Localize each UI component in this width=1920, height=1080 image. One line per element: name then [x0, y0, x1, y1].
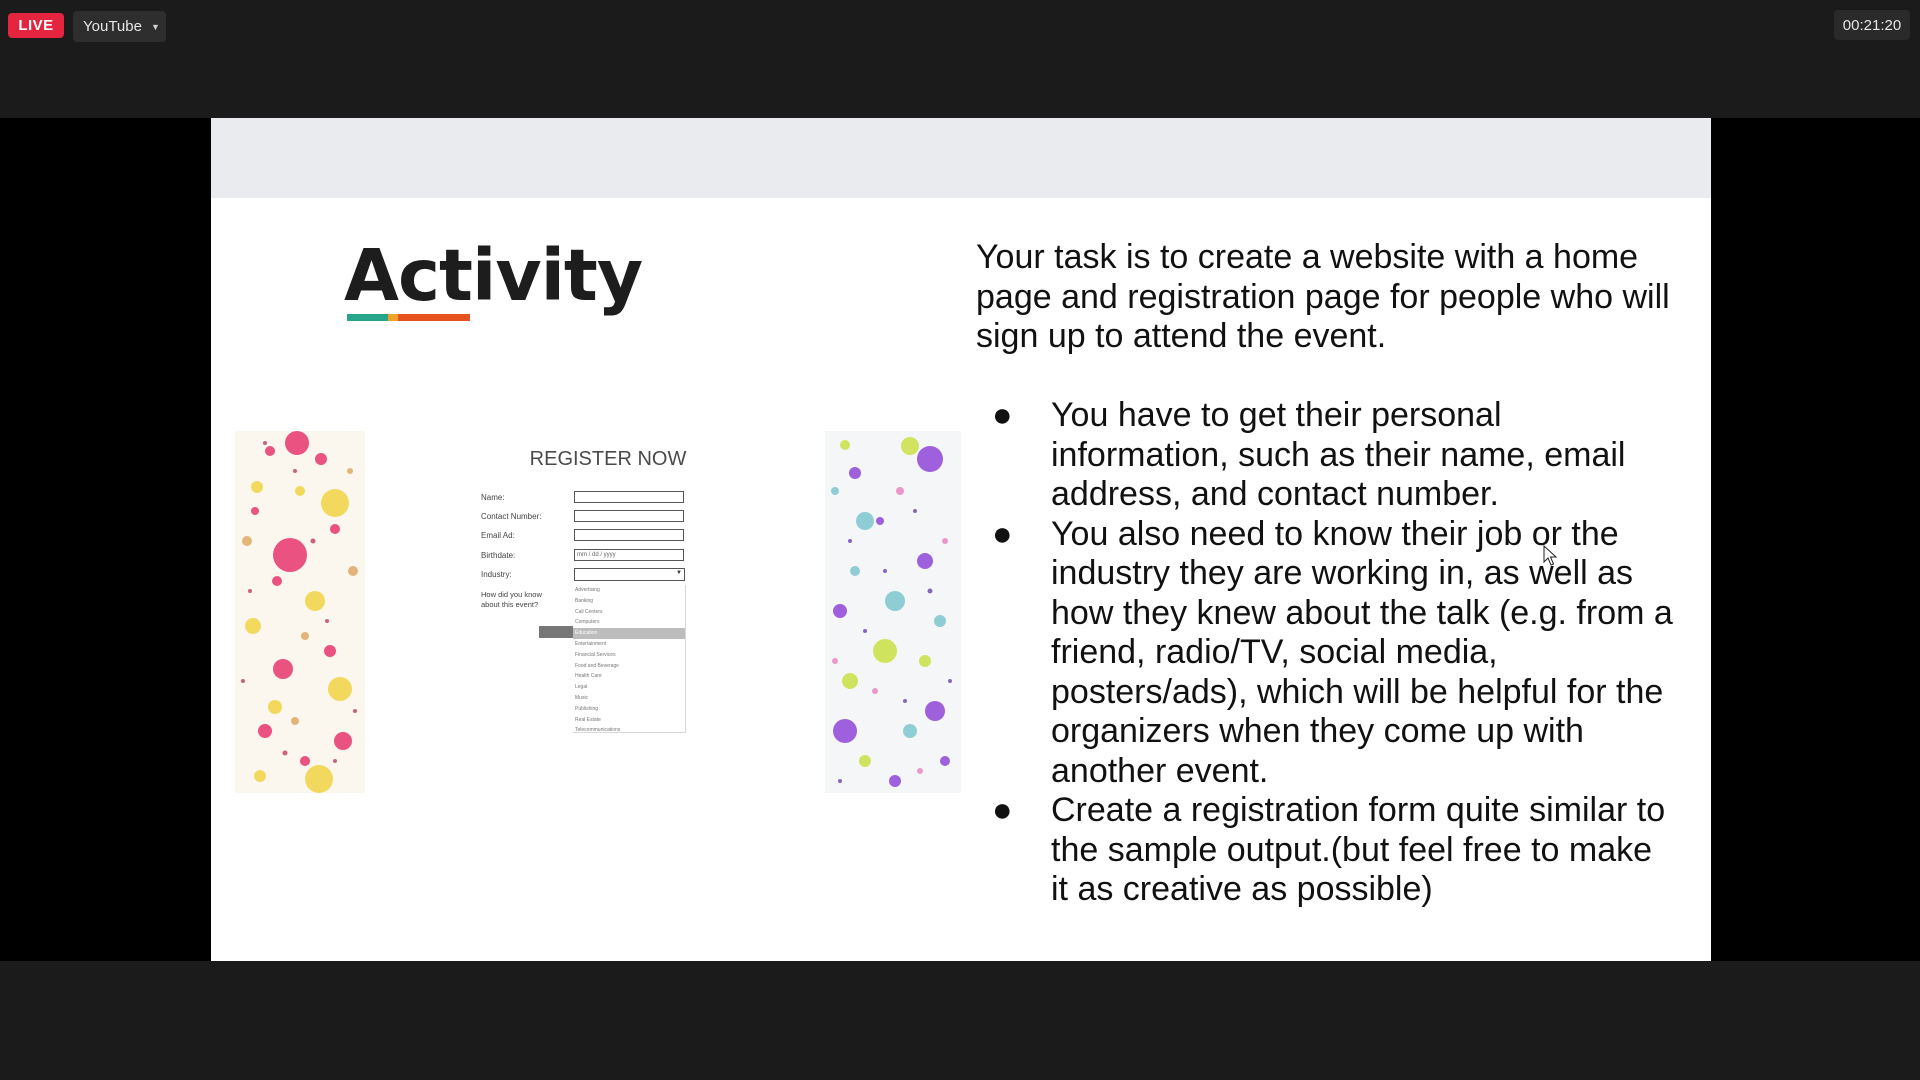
mouse-pointer-icon: [1543, 544, 1559, 572]
task-intro-text: Your task is to create a website with a …: [976, 238, 1670, 355]
form-label: Name:: [481, 493, 505, 502]
form-row-name: Name:: [481, 491, 701, 507]
bullet-text: Create a registration form quite similar…: [1051, 791, 1666, 908]
dropdown-item: Banking: [575, 597, 594, 604]
dropdown-item: Advertising: [575, 587, 600, 593]
form-row-email: Email Ad:: [481, 529, 701, 545]
dropdown-item: Legal: [575, 684, 588, 691]
dropdown-item-selected: Education: [573, 628, 685, 639]
dropdown-item: Entertainment: [575, 640, 607, 647]
underline-yellow-segment: [388, 314, 398, 321]
industry-options-list: Advertising Banking Call Centers Compute…: [573, 585, 686, 733]
form-row-industry: Industry: ▼: [481, 568, 701, 584]
industry-select: ▼: [574, 568, 685, 581]
how-did-you-know-label: How did you know about this event?: [481, 590, 542, 609]
dropdown-item: Real Estate: [575, 716, 601, 723]
birthdate-field: mm / dd / yyyy: [574, 549, 684, 561]
underline-orange-segment: [398, 314, 470, 321]
slide-header-band: [211, 118, 1711, 198]
dropdown-item: Health Care: [575, 673, 602, 680]
form-label: Industry:: [481, 570, 512, 579]
form-row-contact: Contact Number:: [481, 510, 701, 526]
platform-label: YouTube: [83, 18, 142, 35]
bullet-text: You have to get their personal informati…: [1051, 396, 1626, 513]
bullet-dot: ●: [992, 396, 1013, 434]
bullet-dot: ●: [992, 791, 1013, 829]
title-underline: [347, 314, 470, 321]
form-label: Contact Number:: [481, 512, 542, 521]
elapsed-timer: 00:21:20: [1834, 10, 1910, 40]
platform-dropdown[interactable]: YouTube ▼: [73, 11, 166, 42]
contact-number-field: [574, 510, 684, 522]
live-badge: LIVE: [8, 13, 64, 38]
slide-title: Activity: [344, 234, 643, 317]
dropdown-item: Music: [575, 694, 589, 701]
stream-top-bar: LIVE YouTube ▼ 00:21:20: [0, 0, 1920, 118]
bullet-item: ● Create a registration form quite simil…: [976, 791, 1676, 910]
form-row-birthdate: Birthdate: mm / dd / yyyy: [481, 549, 701, 565]
underline-green-segment: [347, 314, 388, 321]
form-label: Birthdate:: [481, 551, 516, 560]
bullet-text: You also need to know their job or the i…: [1051, 514, 1673, 790]
dropdown-item: Call Centers: [575, 608, 603, 615]
name-field: [574, 491, 684, 503]
task-bullet-list: ● You have to get their personal informa…: [976, 396, 1676, 910]
presentation-slide: Activity REGISTER NOW Name: Contact Numb…: [211, 118, 1711, 961]
left-paint-splash-image: [235, 431, 365, 793]
chevron-down-icon: ▼: [150, 21, 160, 32]
bullet-item: ● You also need to know their job or the…: [976, 515, 1676, 792]
dropdown-item: Telecommunications: [575, 727, 621, 734]
register-now-heading: REGISTER NOW: [529, 448, 687, 470]
dropdown-item: Computers: [575, 619, 600, 626]
bullet-dot: ●: [992, 514, 1013, 553]
right-paint-splash-image: [825, 431, 961, 793]
bullet-item: ● You have to get their personal informa…: [976, 396, 1676, 515]
dropdown-item: Financial Services: [575, 651, 616, 658]
dropdown-highlight-block: [539, 626, 573, 638]
dropdown-item: Publishing: [575, 705, 599, 712]
email-field: [574, 529, 684, 541]
form-label: Email Ad:: [481, 531, 515, 540]
dropdown-item: Food and Beverage: [575, 662, 619, 669]
stream-bottom-bar: [0, 961, 1920, 1080]
chevron-down-icon: ▼: [676, 570, 682, 576]
